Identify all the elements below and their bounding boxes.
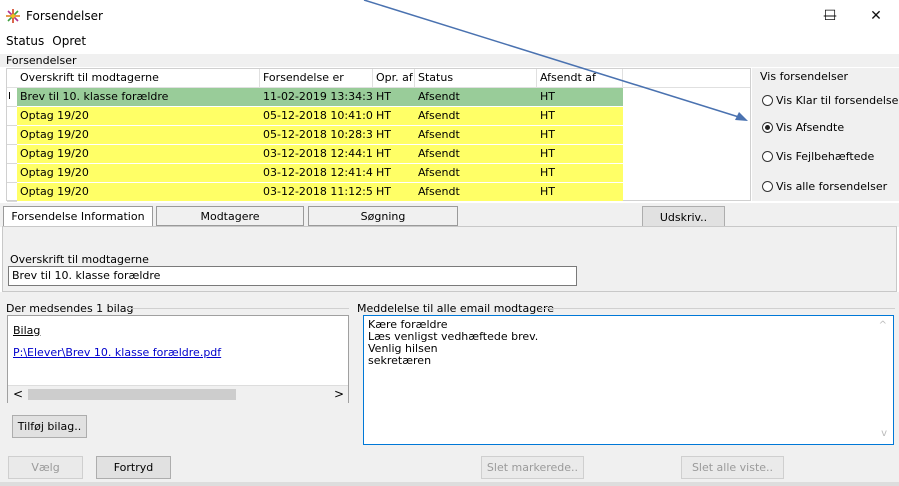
radio-circle[interactable] [762,180,773,192]
table-cell: Afsendt [418,166,460,179]
delete-all-button[interactable]: Slet alle viste.. [681,456,784,479]
column-header-created[interactable]: Forsendelse er dannet [260,69,373,102]
menu-status[interactable]: Status [6,34,44,48]
attachments-list[interactable]: Bilag P:\Elever\Brev 10. klasse forældre… [7,315,349,403]
close-button[interactable]: ✕ [853,0,899,32]
table-row[interactable]: Brev til 10. klasse forældre 11-02-2019 1… [17,88,623,107]
table-cell: HT [540,185,555,198]
radio-label: Vis Fejlbehæftede [776,149,875,163]
table-row[interactable]: Optag 19/20 03-12-2018 12:44:10 HT Afsendt H… [17,145,623,164]
table-cell: HT [540,109,555,122]
row-header[interactable] [7,107,17,126]
table-cell: HT [376,128,391,141]
filter-panel: Vis forsendelser Vis Klar til forsendels… [752,68,899,201]
attachments-header: Bilag [13,324,41,337]
window-title: Forsendelser [26,9,103,23]
scroll-right-icon[interactable]: > [334,387,344,401]
scroll-left-icon[interactable]: < [13,387,23,401]
column-header-sent-by[interactable]: Afsendt af [537,69,623,87]
radio-fejl[interactable]: Vis Fejlbehæftede [762,148,874,164]
table-cell: HT [540,147,555,160]
table-cell: 05-12-2018 10:28:36 [263,128,373,141]
table-row[interactable]: Optag 19/20 03-12-2018 12:41:46 HT Afsendt H… [17,164,623,183]
radio-alle[interactable]: Vis alle forsendelser [762,178,887,194]
table-cell: Optag 19/20 [20,128,89,141]
message-line: Venlig hilsen [368,342,438,355]
table-cell: Optag 19/20 [20,147,89,160]
tab-information[interactable]: Forsendelse Information [3,206,153,226]
message-line: Læs venligst vedhæftede brev. [368,330,539,343]
tab-soegning[interactable]: Søgning [308,206,458,226]
tab-modtagere[interactable]: Modtagere [156,206,304,226]
row-header[interactable] [7,126,17,145]
table-cell: Afsendt [418,109,460,122]
table-cell: HT [540,166,555,179]
message-textarea[interactable]: Kære forældre Læs venligst vedhæftede br… [363,315,894,445]
table-row[interactable]: Optag 19/20 05-12-2018 10:28:36 HT Afsendt H… [17,126,623,145]
table-cell: HT [376,90,391,103]
table-cell: 03-12-2018 11:12:54 [263,185,373,198]
table-cell: Afsendt [418,90,460,103]
attachment-file-link[interactable]: P:\Elever\Brev 10. klasse forældre.pdf [13,346,221,359]
choose-button[interactable]: Vælg [8,456,83,479]
app-icon [6,9,20,23]
grid-header: Overskrift til modtagerne Forsendelse er… [7,69,750,102]
radio-circle-checked[interactable] [762,121,773,133]
table-cell: HT [540,90,555,103]
taskbar-strip [0,482,899,486]
filter-title: Vis forsendelser [760,70,848,83]
radio-label: Vis Klar til forsendelse [776,93,899,107]
column-header-status[interactable]: Status [415,69,537,87]
add-attachment-button[interactable]: Tilføj bilag.. [12,415,87,438]
column-header-subject[interactable]: Overskrift til modtagerne [17,69,260,87]
title-bar: Forsendelser — ✕ [0,0,899,32]
table-row[interactable]: Optag 19/20 05-12-2018 10:41:05 HT Afsendt H… [17,107,623,126]
table-cell: Afsendt [418,128,460,141]
scroll-thumb[interactable] [28,389,236,400]
group-divider [127,308,349,309]
table-cell: Afsendt [418,147,460,160]
radio-label: Vis Afsendte [776,120,845,134]
row-header[interactable] [7,183,17,202]
radio-circle[interactable] [762,94,773,106]
table-cell: 03-12-2018 12:41:46 [263,166,373,179]
table-cell: HT [540,128,555,141]
section-label: Forsendelser [0,54,899,67]
maximize-button[interactable]: ☐ [807,0,853,32]
table-cell: Optag 19/20 [20,185,89,198]
table-cell: 03-12-2018 12:44:10 [263,147,373,160]
table-cell: HT [376,166,391,179]
radio-klar[interactable]: Vis Klar til forsendelse [762,92,898,108]
radio-circle[interactable] [762,150,773,162]
table-cell: HT [376,109,391,122]
row-header[interactable] [7,164,17,183]
group-divider [541,308,895,309]
scroll-up-icon[interactable]: ^ [879,320,887,332]
message-title: Meddelelse til alle email modtagere [357,302,555,315]
cancel-button[interactable]: Fortryd [96,456,171,479]
message-line: sekretæren [368,354,432,367]
radio-afsendte[interactable]: Vis Afsendte [762,119,844,135]
table-cell: 05-12-2018 10:41:05 [263,109,373,122]
row-header[interactable] [7,145,17,164]
menu-opret[interactable]: Opret [52,34,86,48]
table-cell: 11-02-2019 13:34:39 [263,90,373,103]
column-header-creator[interactable]: Opr. af [373,69,415,87]
attachments-title: Der medsendes 1 bilag [6,302,134,315]
delete-marked-button[interactable]: Slet markerede.. [481,456,584,479]
table-cell: HT [376,147,391,160]
radio-label: Vis alle forsendelser [776,179,888,193]
table-cell: Brev til 10. klasse forældre [20,90,169,103]
table-row[interactable]: Optag 19/20 03-12-2018 11:12:54 HT Afsendt H… [17,183,623,202]
table-cell: HT [376,185,391,198]
table-cell: Optag 19/20 [20,109,89,122]
table-cell: Afsendt [418,185,460,198]
horizontal-scrollbar[interactable]: < > [8,385,348,403]
subject-label: Overskrift til modtagerne [10,253,149,266]
shipments-grid[interactable]: Overskrift til modtagerne Forsendelse er… [6,68,751,202]
table-cell: Optag 19/20 [20,166,89,179]
menu-bar: Status Opret [0,34,88,51]
scroll-down-icon[interactable]: v [881,428,887,440]
subject-input[interactable]: Brev til 10. klasse forældre [8,266,577,286]
